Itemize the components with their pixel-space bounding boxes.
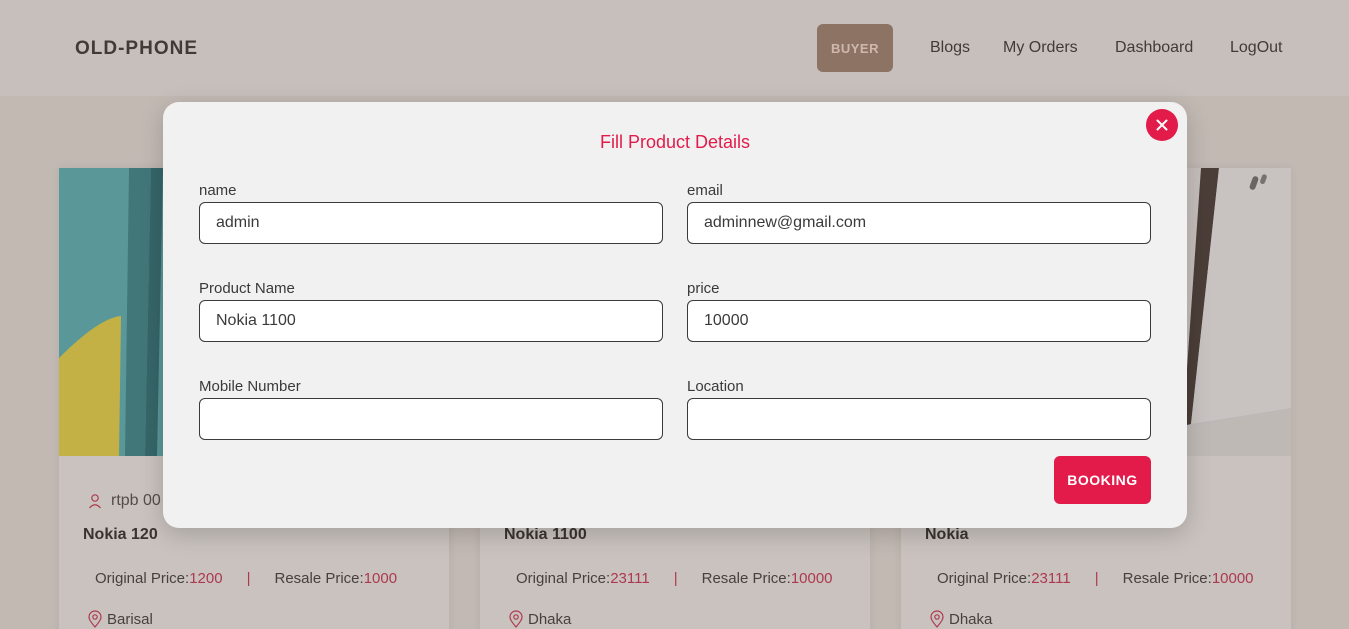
product-name-label: Product Name — [199, 280, 295, 297]
modal-title: Fill Product Details — [599, 132, 751, 152]
name-input[interactable] — [199, 202, 663, 244]
close-button[interactable] — [1146, 109, 1178, 141]
name-label: name — [199, 182, 237, 199]
close-icon — [1156, 119, 1168, 131]
price-label: price — [687, 280, 720, 297]
email-label: email — [687, 182, 723, 199]
email-field-group: email — [687, 182, 1151, 244]
price-input[interactable] — [687, 300, 1151, 342]
mobile-field-group: Mobile Number — [199, 378, 663, 440]
price-field-group: price — [687, 280, 1151, 342]
location-input[interactable] — [687, 398, 1151, 440]
booking-modal: Fill Product Details name email Product … — [163, 102, 1187, 528]
email-input[interactable] — [687, 202, 1151, 244]
booking-button[interactable]: BOOKING — [1054, 456, 1151, 504]
product-name-field-group: Product Name — [199, 280, 663, 342]
location-label: Location — [687, 378, 744, 395]
mobile-label: Mobile Number — [199, 378, 301, 395]
location-field-group: Location — [687, 378, 1151, 440]
product-name-input[interactable] — [199, 300, 663, 342]
mobile-input[interactable] — [199, 398, 663, 440]
name-field-group: name — [199, 182, 663, 244]
